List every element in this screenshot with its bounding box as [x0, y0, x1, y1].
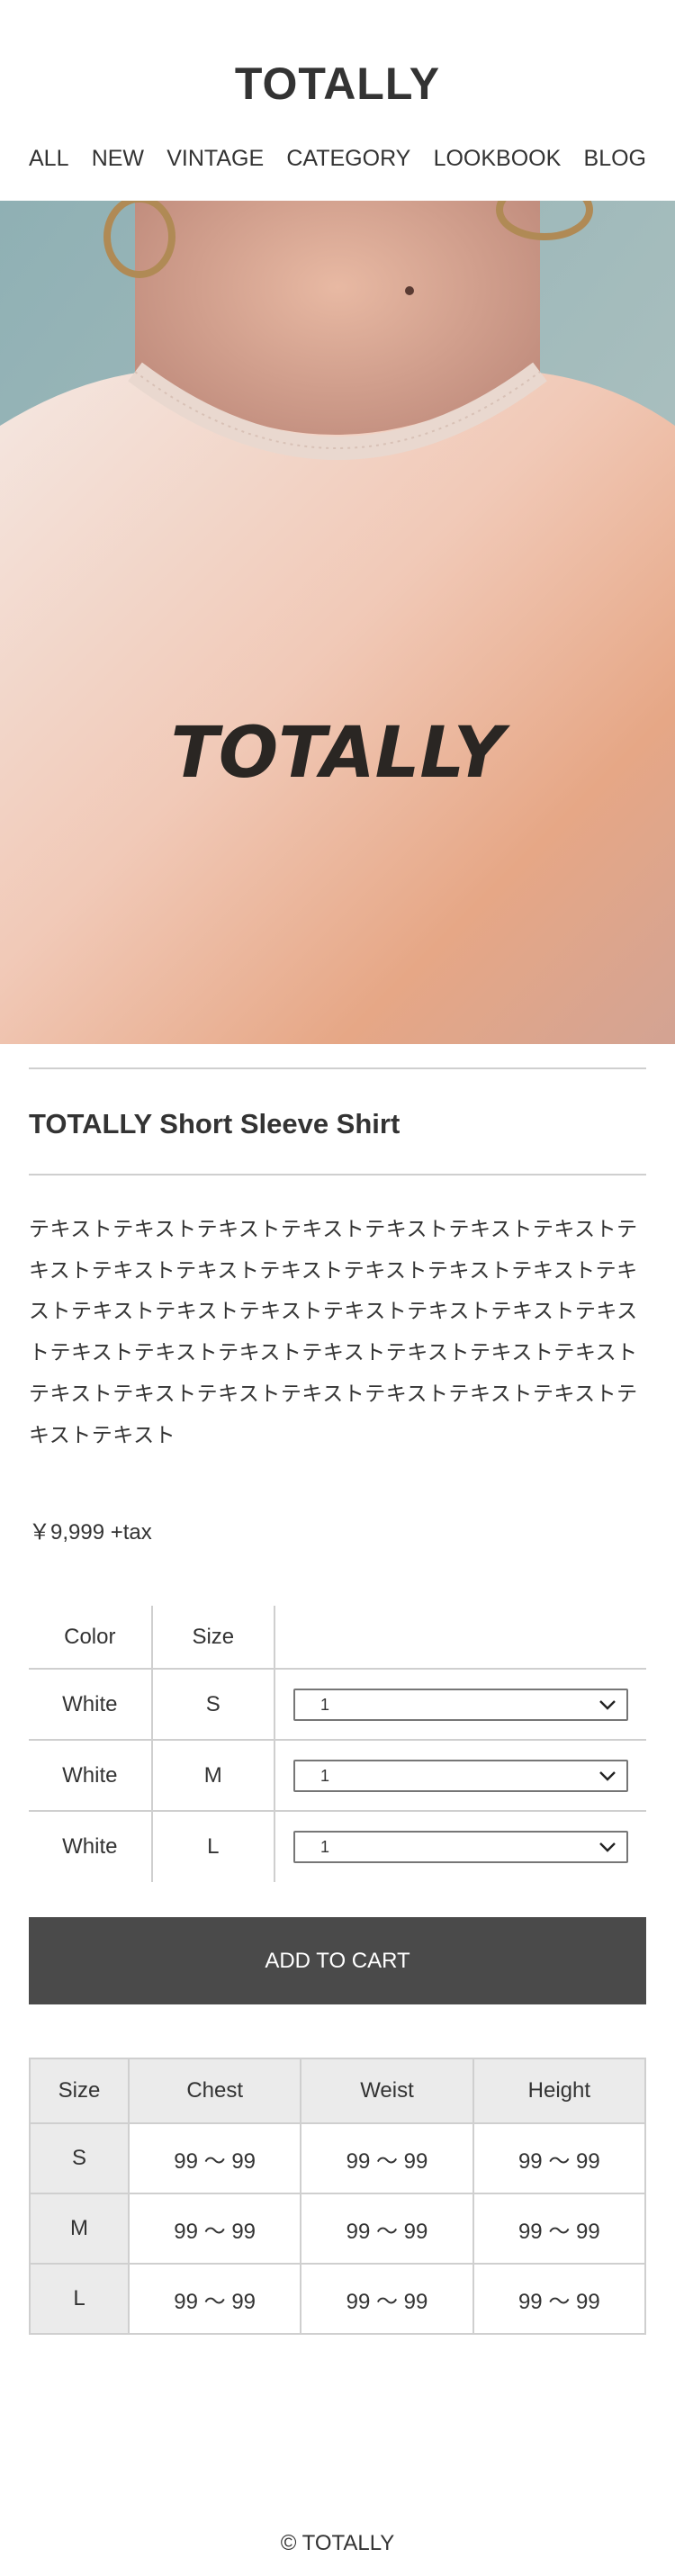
nav-item-new[interactable]: NEW	[92, 140, 144, 176]
chevron-down-icon	[599, 1699, 616, 1710]
site-logo[interactable]: TOTALLY	[0, 52, 675, 115]
size-chart-header: Height	[472, 2058, 647, 2124]
size-chart-weist: 99 〜 99	[300, 2193, 474, 2265]
nav-item-all[interactable]: ALL	[29, 140, 68, 176]
size-chart-header: Size	[29, 2058, 130, 2124]
table-row: S 99 〜 99 99 〜 99 99 〜 99	[29, 2122, 647, 2194]
chevron-down-icon	[599, 1770, 616, 1781]
product-description: テキストテキストテキストテキストテキストテキストテキストテキストテキストテキスト…	[29, 1217, 638, 1446]
variant-size: S	[151, 1668, 275, 1740]
quantity-select[interactable]: 1	[292, 1759, 628, 1792]
size-chart-weist: 99 〜 99	[300, 2122, 474, 2194]
size-chart-chest: 99 〜 99	[127, 2193, 302, 2265]
footer-copyright: © TOTALLY	[280, 2531, 395, 2555]
product-hero-image: TOTALLY	[0, 201, 675, 1044]
variant-size: M	[151, 1739, 275, 1811]
size-header: Size	[151, 1606, 275, 1669]
variant-color: White	[29, 1739, 153, 1811]
size-chart-size: S	[29, 2122, 130, 2194]
size-chart-header: Weist	[300, 2058, 474, 2124]
divider	[29, 1067, 646, 1069]
size-chart-header: Chest	[127, 2058, 302, 2124]
quantity-value: 1	[320, 1766, 329, 1785]
size-chart-weist: 99 〜 99	[300, 2263, 474, 2335]
quantity-value: 1	[320, 1695, 329, 1714]
add-to-cart-button[interactable]: ADD TO CART	[29, 1917, 646, 2004]
size-chart-header-row: Size Chest Weist Height	[29, 2058, 647, 2124]
color-header: Color	[29, 1606, 153, 1669]
size-chart-chest: 99 〜 99	[127, 2263, 302, 2335]
nav-item-lookbook[interactable]: LOOKBOOK	[434, 140, 562, 176]
size-chart-table: Size Chest Weist Height S 99 〜 99 99 〜 9…	[29, 2058, 647, 2335]
quantity-select[interactable]: 1	[292, 1831, 628, 1863]
product-title: TOTALLY Short Sleeve Shirt	[29, 1108, 400, 1139]
size-chart-size: L	[29, 2263, 130, 2335]
product-price: ￥9,999 +tax	[29, 1520, 152, 1545]
size-chart-height: 99 〜 99	[472, 2263, 647, 2335]
nav-item-vintage[interactable]: VINTAGE	[166, 140, 264, 176]
chevron-down-icon	[599, 1842, 616, 1852]
shirt-print-text: TOTALLY	[171, 713, 511, 794]
size-chart-size: M	[29, 2193, 130, 2265]
table-row: L 99 〜 99 99 〜 99 99 〜 99	[29, 2263, 647, 2335]
variant-row: White L 1	[29, 1810, 646, 1882]
variant-row: White S 1	[29, 1668, 646, 1740]
nav-item-category[interactable]: CATEGORY	[286, 140, 410, 176]
size-chart-height: 99 〜 99	[472, 2193, 647, 2265]
variant-size: L	[151, 1810, 275, 1882]
main-nav: ALL NEW VINTAGE CATEGORY LOOKBOOK BLOG	[29, 140, 646, 176]
divider	[29, 1174, 646, 1175]
variant-color: White	[29, 1668, 153, 1740]
table-row: M 99 〜 99 99 〜 99 99 〜 99	[29, 2193, 647, 2265]
quantity-value: 1	[320, 1838, 329, 1856]
variant-color: White	[29, 1810, 153, 1882]
variant-row: White M 1	[29, 1739, 646, 1811]
size-chart-height: 99 〜 99	[472, 2122, 647, 2194]
variant-table: Color Size White S 1 White M 1 White L 1	[29, 1606, 646, 1882]
nav-item-blog[interactable]: BLOG	[584, 140, 646, 176]
size-chart-chest: 99 〜 99	[127, 2122, 302, 2194]
quantity-select[interactable]: 1	[292, 1688, 628, 1721]
